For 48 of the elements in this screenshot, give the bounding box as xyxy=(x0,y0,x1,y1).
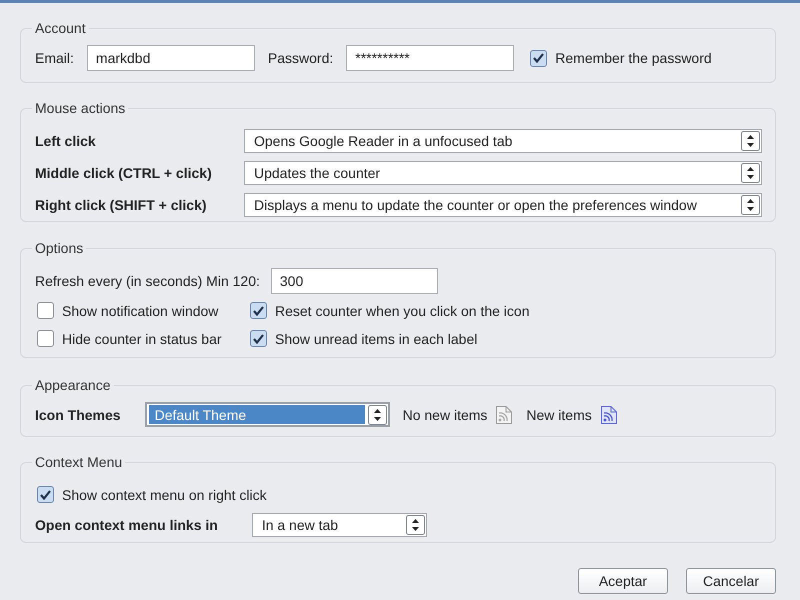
checkbox[interactable] xyxy=(250,330,267,347)
preview-label: New items xyxy=(526,406,592,422)
group-title: Appearance xyxy=(34,377,112,393)
dialog-button[interactable]: Aceptar xyxy=(578,568,668,594)
feed-document-icon xyxy=(495,404,514,424)
checkbox-label[interactable]: Show unread items in each label xyxy=(275,330,478,346)
password-field[interactable]: ********** xyxy=(346,45,514,71)
action-dropdown[interactable]: Displays a menu to update the counter or open the preferences window xyxy=(244,193,762,217)
spinner-icon xyxy=(406,515,425,535)
open-in-dropdown[interactable]: In a new tab xyxy=(252,513,427,537)
feed-document-icon xyxy=(600,404,618,424)
spinner-icon xyxy=(368,404,387,424)
checkbox-label[interactable]: Show context menu on right click xyxy=(62,486,267,502)
checkbox[interactable] xyxy=(37,302,54,319)
group-title: Mouse actions xyxy=(34,100,126,116)
spinner-icon xyxy=(741,163,760,183)
checkbox-label[interactable]: Reset counter when you click on the icon xyxy=(275,302,530,318)
refresh-field[interactable]: 300 xyxy=(270,268,438,294)
action-label: Right click (SHIFT + click) xyxy=(35,197,208,213)
action-label: Left click xyxy=(35,133,97,149)
field-label: Password: xyxy=(268,50,334,66)
group-title: Account xyxy=(34,20,87,36)
action-dropdown[interactable]: Opens Google Reader in a unfocused tab xyxy=(244,129,762,153)
checkbox[interactable] xyxy=(250,302,267,319)
spinner-icon xyxy=(741,131,760,151)
checkmark-icon xyxy=(253,334,264,344)
theme-dropdown[interactable]: Default Theme xyxy=(144,402,390,427)
preview-label: No new items xyxy=(402,406,488,422)
field-label: Open context menu links in xyxy=(35,517,218,533)
dialog-button[interactable]: Cancelar xyxy=(686,568,776,594)
checkmark-icon xyxy=(40,490,51,500)
action-dropdown[interactable]: Updates the counter xyxy=(244,161,762,185)
checkmark-icon xyxy=(253,306,264,316)
checkbox-label[interactable]: Show notification window xyxy=(62,302,218,318)
checkmark-icon xyxy=(533,53,544,63)
field-label: Refresh every (in seconds) Min 120: xyxy=(35,273,260,289)
checkbox[interactable] xyxy=(530,50,548,66)
group-title: Options xyxy=(34,240,84,256)
field-label: Icon Themes xyxy=(35,406,121,422)
email-field[interactable]: markdbd xyxy=(86,45,255,71)
checkbox[interactable] xyxy=(37,330,54,347)
spinner-icon xyxy=(741,195,760,215)
checkbox[interactable] xyxy=(37,486,54,503)
action-label: Middle click (CTRL + click) xyxy=(35,165,213,181)
checkbox-label[interactable]: Remember the password xyxy=(555,50,712,66)
field-label: Email: xyxy=(35,50,74,66)
group-title: Context Menu xyxy=(34,454,124,470)
checkbox-label[interactable]: Hide counter in status bar xyxy=(62,330,222,346)
